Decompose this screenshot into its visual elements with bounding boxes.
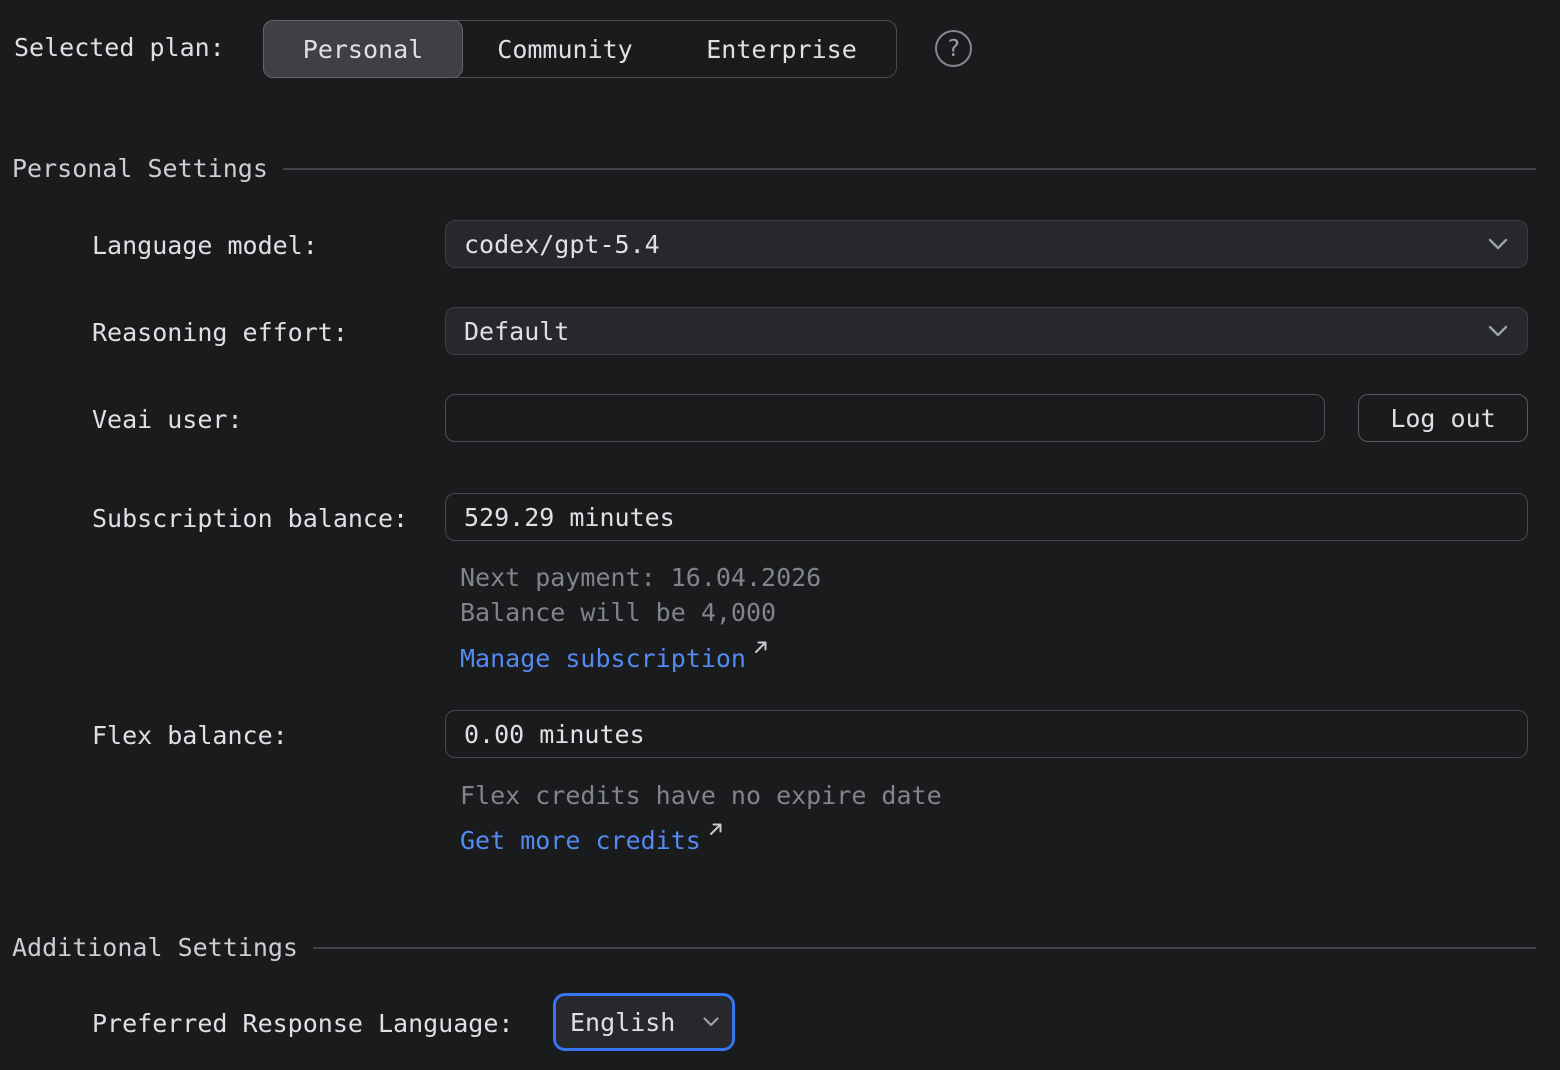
additional-settings-title: Additional Settings <box>12 933 298 962</box>
plan-option-enterprise[interactable]: Enterprise <box>667 21 896 77</box>
language-model-label: Language model: <box>92 231 318 261</box>
selected-plan-label: Selected plan: <box>14 33 225 63</box>
chevron-down-icon <box>1487 237 1509 251</box>
subscription-balance-value: 529.29 minutes <box>464 503 675 532</box>
subscription-balance-field: 529.29 minutes <box>445 493 1528 541</box>
personal-settings-header: Personal Settings <box>12 154 1536 183</box>
subscription-balance-label: Subscription balance: <box>92 504 408 534</box>
balance-note-text: Balance will be 4,000 <box>460 598 776 628</box>
veai-user-label: Veai user: <box>92 405 243 435</box>
get-more-credits-label: Get more credits <box>460 826 701 856</box>
chevron-down-icon <box>1487 324 1509 338</box>
personal-settings-title: Personal Settings <box>12 154 268 183</box>
external-link-icon <box>707 820 725 838</box>
plan-option-community[interactable]: Community <box>463 21 667 77</box>
help-icon[interactable]: ? <box>935 30 972 67</box>
get-more-credits-link[interactable]: Get more credits <box>460 826 725 856</box>
flex-balance-field: 0.00 minutes <box>445 710 1528 758</box>
preferred-response-language-label: Preferred Response Language: <box>92 1009 513 1039</box>
reasoning-effort-value: Default <box>464 317 569 346</box>
plan-option-personal[interactable]: Personal <box>263 20 463 78</box>
additional-settings-header: Additional Settings <box>12 933 1536 962</box>
flex-balance-value: 0.00 minutes <box>464 720 645 749</box>
reasoning-effort-label: Reasoning effort: <box>92 318 348 348</box>
section-divider <box>283 168 1536 170</box>
veai-user-input[interactable] <box>445 394 1325 442</box>
chevron-down-icon <box>702 1016 720 1028</box>
flex-balance-label: Flex balance: <box>92 721 288 751</box>
manage-subscription-link[interactable]: Manage subscription <box>460 644 770 674</box>
reasoning-effort-dropdown[interactable]: Default <box>445 307 1528 355</box>
flex-credits-note: Flex credits have no expire date <box>460 781 942 811</box>
logout-button[interactable]: Log out <box>1358 394 1528 442</box>
plan-segmented-control: Personal Community Enterprise <box>263 20 897 78</box>
preferred-response-language-value: English <box>570 1008 675 1037</box>
manage-subscription-label: Manage subscription <box>460 644 746 674</box>
preferred-response-language-dropdown[interactable]: English <box>553 993 735 1051</box>
language-model-value: codex/gpt-5.4 <box>464 230 660 259</box>
language-model-dropdown[interactable]: codex/gpt-5.4 <box>445 220 1528 268</box>
settings-page: { "colors": { "background": "#1a1b1d", "… <box>0 0 1560 1070</box>
external-link-icon <box>752 638 770 656</box>
section-divider <box>313 947 1536 949</box>
next-payment-text: Next payment: 16.04.2026 <box>460 563 821 593</box>
